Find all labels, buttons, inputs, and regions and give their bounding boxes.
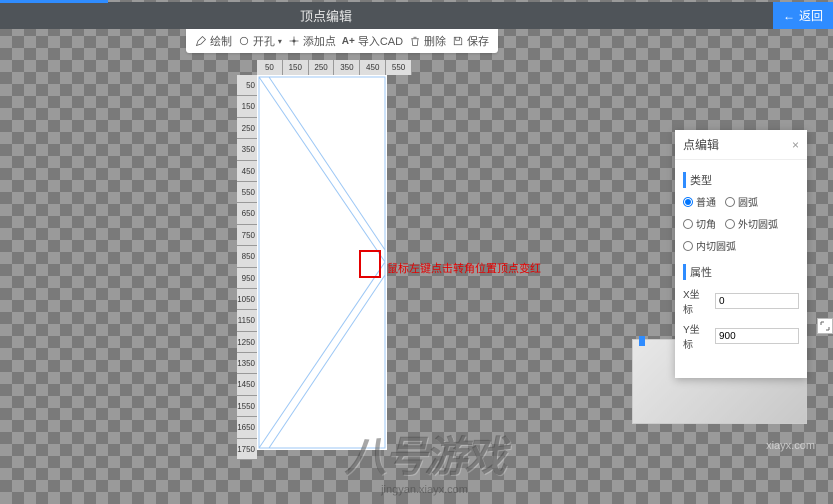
- watermark: 八号游戏 jingyan.xiayx.com: [344, 423, 504, 496]
- ruler-v-tick: 250: [237, 118, 257, 139]
- watermark-url: xiayx.com: [766, 440, 815, 452]
- radio-normal-input[interactable]: [683, 197, 693, 207]
- ruler-v-tick: 1150: [237, 310, 257, 331]
- radio-normal[interactable]: 普通: [683, 194, 725, 209]
- field-y: Y坐标: [683, 321, 799, 351]
- radio-arc-input[interactable]: [725, 197, 735, 207]
- ruler-v-tick: 850: [237, 246, 257, 267]
- field-x: X坐标: [683, 286, 799, 316]
- ruler-v-tick: 450: [237, 161, 257, 182]
- panel-header: 点编辑 ×: [675, 130, 807, 160]
- selected-vertex-indicator: [359, 250, 381, 278]
- ruler-h-tick: 250: [309, 60, 335, 75]
- ruler-v-tick: 50: [237, 75, 257, 96]
- tool-save-label: 保存: [467, 33, 489, 49]
- annotation-text: 鼠标左键点击转角位置顶点变红: [387, 260, 541, 276]
- back-button[interactable]: ← 返回: [773, 2, 833, 29]
- section-type-label: 类型: [683, 172, 799, 188]
- arrow-left-icon: ←: [783, 9, 795, 23]
- ruler-h-tick: 150: [283, 60, 309, 75]
- radio-chamfer[interactable]: 切角: [683, 216, 725, 231]
- radio-inner-arc-label: 内切圆弧: [696, 238, 736, 253]
- panel-title: 点编辑: [683, 136, 719, 153]
- ruler-h-tick: 450: [360, 60, 386, 75]
- ruler-v-tick: 1750: [237, 439, 257, 460]
- pencil-icon: [195, 35, 207, 47]
- radio-outer-arc[interactable]: 外切圆弧: [725, 216, 787, 231]
- tool-importcad-label: 导入CAD: [358, 33, 403, 49]
- plus-dot-icon: [288, 35, 300, 47]
- ruler-v-tick: 550: [237, 182, 257, 203]
- save-icon: [452, 35, 464, 47]
- ruler-v-tick: 650: [237, 203, 257, 224]
- ruler-horizontal: 50 150 250 350 450 550: [257, 60, 412, 75]
- tool-delete[interactable]: 删除: [409, 33, 446, 49]
- field-y-input[interactable]: [715, 328, 799, 344]
- circle-icon: [238, 35, 250, 47]
- header-bar: 顶点编辑 ← 返回: [0, 2, 833, 29]
- back-label: 返回: [799, 7, 823, 24]
- tool-hole-label: 开孔: [253, 33, 275, 49]
- ruler-h-tick: 550: [386, 60, 412, 75]
- expand-icon: [820, 321, 830, 331]
- point-editor-panel: 点编辑 × 类型 普通 圆弧 切角 外切圆弧 内切圆弧: [675, 130, 807, 378]
- toolbar: 绘制 开孔 ▾ 添加点 A+ 导入CAD 删除 保存: [186, 29, 498, 53]
- field-y-label: Y坐标: [683, 321, 709, 351]
- trash-icon: [409, 35, 421, 47]
- watermark-pinyin: jingyan.xiayx.com: [344, 484, 504, 496]
- ruler-v-tick: 1250: [237, 332, 257, 353]
- radio-inner-arc[interactable]: 内切圆弧: [683, 238, 745, 253]
- radio-arc-label: 圆弧: [738, 194, 758, 209]
- ruler-v-tick: 350: [237, 139, 257, 160]
- ruler-v-tick: 150: [237, 96, 257, 117]
- field-x-label: X坐标: [683, 286, 709, 316]
- ruler-v-tick: 1350: [237, 353, 257, 374]
- ruler-v-tick: 1650: [237, 417, 257, 438]
- close-icon[interactable]: ×: [792, 138, 799, 152]
- ruler-vertical: 50 150 250 350 450 550 650 750 850 950 1…: [237, 75, 257, 460]
- import-icon: A+: [342, 36, 355, 47]
- page-title: 顶点编辑: [300, 6, 352, 25]
- ruler-v-tick: 1450: [237, 374, 257, 395]
- tool-draw-label: 绘制: [210, 33, 232, 49]
- radio-outer-arc-label: 外切圆弧: [738, 216, 778, 231]
- tool-addpoint-label: 添加点: [303, 33, 336, 49]
- tool-hole[interactable]: 开孔 ▾: [238, 33, 282, 49]
- radio-chamfer-label: 切角: [696, 216, 716, 231]
- ruler-h-tick: 50: [257, 60, 283, 75]
- progress-bar: [0, 0, 108, 3]
- section-attr-label: 属性: [683, 264, 799, 280]
- ruler-v-tick: 950: [237, 268, 257, 289]
- ruler-v-tick: 1550: [237, 396, 257, 417]
- chevron-down-icon: ▾: [278, 37, 282, 46]
- tool-importcad[interactable]: A+ 导入CAD: [342, 33, 403, 49]
- radio-inner-arc-input[interactable]: [683, 241, 693, 251]
- field-x-input[interactable]: [715, 293, 799, 309]
- type-radio-group: 普通 圆弧 切角 外切圆弧 内切圆弧: [683, 194, 799, 258]
- watermark-brand: 八号游戏: [344, 423, 504, 484]
- radio-chamfer-input[interactable]: [683, 219, 693, 229]
- canvas-area: 50 150 250 350 450 550 50 150 250 350 45…: [237, 60, 407, 460]
- tool-delete-label: 删除: [424, 33, 446, 49]
- tool-addpoint[interactable]: 添加点: [288, 33, 336, 49]
- radio-normal-label: 普通: [696, 194, 716, 209]
- expand-panel-button[interactable]: [817, 318, 833, 334]
- radio-outer-arc-input[interactable]: [725, 219, 735, 229]
- ruler-v-tick: 1050: [237, 289, 257, 310]
- radio-arc[interactable]: 圆弧: [725, 194, 767, 209]
- tool-save[interactable]: 保存: [452, 33, 489, 49]
- panel-body: 类型 普通 圆弧 切角 外切圆弧 内切圆弧 属性: [675, 160, 807, 362]
- tool-draw[interactable]: 绘制: [195, 33, 232, 49]
- ruler-v-tick: 750: [237, 225, 257, 246]
- ruler-h-tick: 350: [334, 60, 360, 75]
